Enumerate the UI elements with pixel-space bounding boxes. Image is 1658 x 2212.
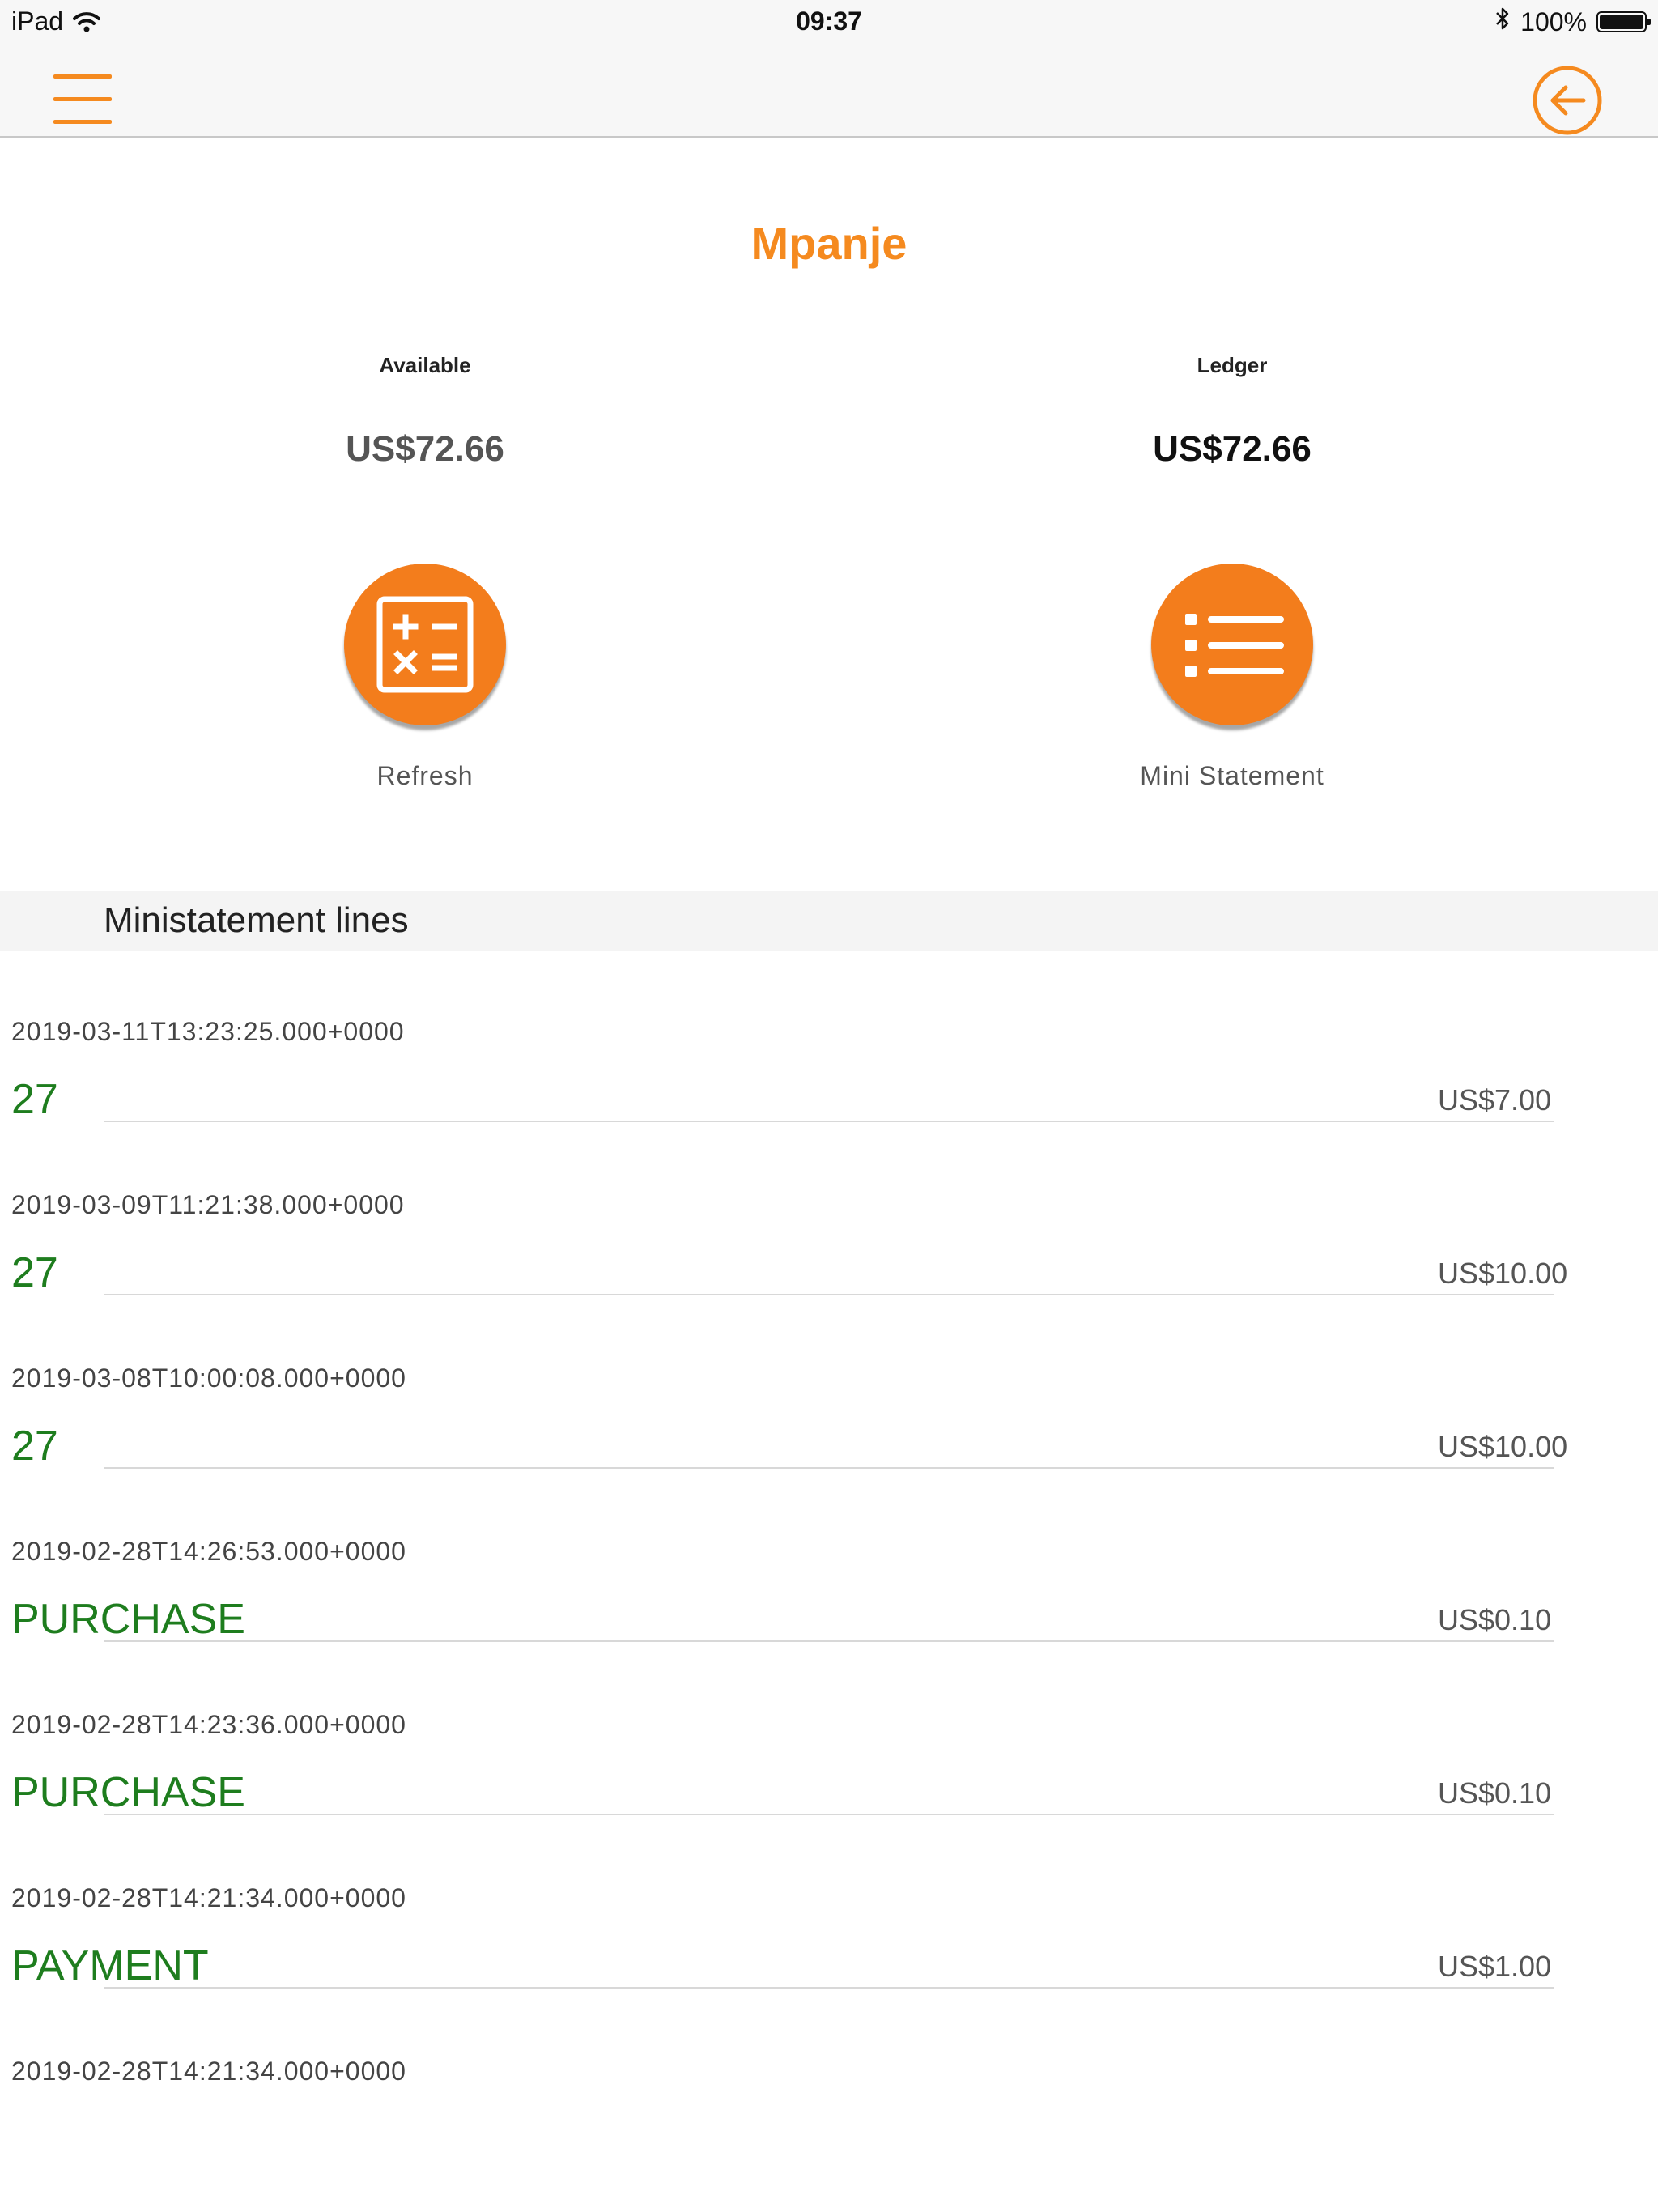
available-value: US$72.66 [346,429,504,469]
nav-bar [0,45,1658,138]
row-divider [104,1467,1554,1469]
line-description: 27 [11,1249,58,1296]
mini-statement-button[interactable]: Mini Statement [1030,564,1435,791]
list-item[interactable]: 2019-02-28T14:26:53.000+0000 PURCHASE US… [0,1516,1658,1689]
list-icon[interactable] [1151,564,1313,725]
line-date: 2019-03-08T10:00:08.000+0000 [11,1363,406,1393]
status-time: 09:37 [796,6,862,36]
battery-icon [1596,11,1651,32]
row-divider [104,1987,1554,1989]
row-divider [104,1294,1554,1295]
line-amount: US$10.00 [1438,1430,1568,1463]
list-item[interactable]: 2019-03-08T10:00:08.000+0000 27 US$10.00 [0,1342,1658,1516]
row-divider [104,1640,1554,1642]
ledger-value: US$72.66 [1153,429,1312,469]
line-description: PURCHASE [11,1596,245,1643]
line-description: 27 [11,1076,58,1123]
list-item[interactable]: 2019-02-28T14:21:34.000+0000 [0,2035,1658,2209]
line-date: 2019-02-28T14:21:34.000+0000 [11,2057,406,2086]
calculator-icon[interactable] [344,564,506,725]
list-item[interactable]: 2019-02-28T14:21:34.000+0000 PAYMENT US$… [0,1862,1658,2035]
line-amount: US$1.00 [1438,1950,1552,1983]
ledger-label: Ledger [1197,353,1268,377]
ministatement-header-label: Ministatement lines [104,900,409,940]
row-divider [104,1814,1554,1815]
mini-statement-label: Mini Statement [1140,761,1324,790]
line-date: 2019-03-11T13:23:25.000+0000 [11,1017,405,1046]
back-arrow-icon[interactable] [1532,65,1603,136]
line-date: 2019-02-28T14:23:36.000+0000 [11,1710,406,1739]
account-title: Mpanje [750,218,908,269]
line-date: 2019-02-28T14:26:53.000+0000 [11,1537,406,1566]
status-bar: iPad 09:37 100% [0,0,1658,45]
line-amount: US$10.00 [1438,1257,1568,1290]
bluetooth-icon [1494,6,1511,37]
line-date: 2019-03-09T11:21:38.000+0000 [11,1190,405,1219]
list-item[interactable]: 2019-02-28T14:23:36.000+0000 PURCHASE US… [0,1689,1658,1862]
line-description: 27 [11,1423,58,1470]
list-item[interactable]: 2019-03-11T13:23:25.000+0000 27 US$7.00 [0,996,1658,1169]
ministatement-header: Ministatement lines [0,891,1658,951]
list-item[interactable]: 2019-03-09T11:21:38.000+0000 27 US$10.00 [0,1169,1658,1342]
row-divider [104,1121,1554,1122]
status-right: 100% [1494,6,1651,37]
refresh-label: Refresh [376,761,474,790]
line-description: PURCHASE [11,1769,245,1816]
line-amount: US$0.10 [1438,1776,1552,1810]
line-date: 2019-02-28T14:21:34.000+0000 [11,1883,406,1912]
available-label: Available [379,353,471,377]
hamburger-menu-icon[interactable] [53,74,112,125]
refresh-button[interactable]: Refresh [223,564,627,791]
battery-percent: 100% [1520,6,1587,36]
line-amount: US$0.10 [1438,1603,1552,1636]
line-amount: US$7.00 [1438,1083,1552,1117]
line-description: PAYMENT [11,1942,209,1989]
